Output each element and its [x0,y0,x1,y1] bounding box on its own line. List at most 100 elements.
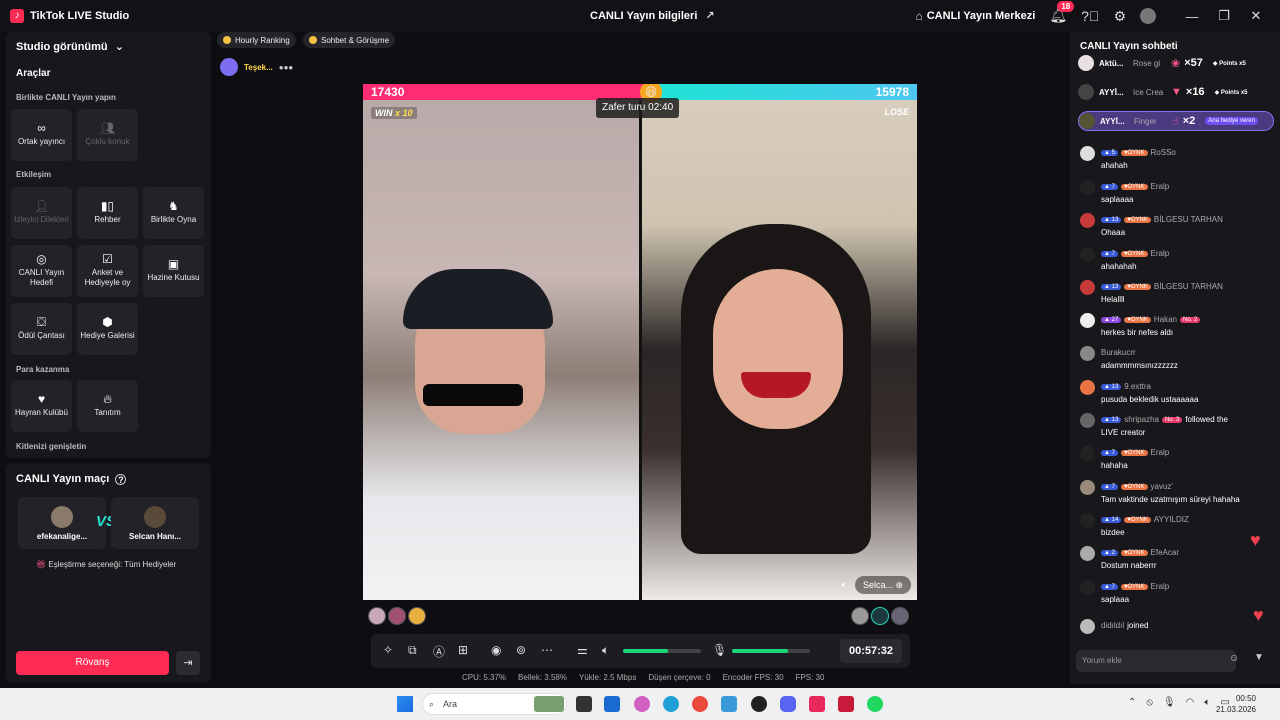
audio-settings-icon[interactable]: ⚌ [577,643,588,657]
tile-play-together[interactable]: ♞ Birlikte Oyna [143,187,204,239]
chat-user[interactable]: RoSSo [1151,148,1176,157]
avatar[interactable] [368,607,386,625]
chat-user[interactable]: Burakucrr [1101,348,1136,357]
magic-wand-icon[interactable]: ✧ [383,643,393,657]
chat-user[interactable]: 9.exttra [1124,382,1151,391]
avatar[interactable] [871,607,889,625]
chat-user[interactable]: yavuz' [1151,482,1173,491]
avatar [1080,247,1095,262]
avatar[interactable] [388,607,406,625]
chat-user[interactable]: Hakan [1154,315,1177,324]
tiktok-icon[interactable] [809,696,825,712]
chat-user[interactable]: BİLGESU TARHAN [1154,282,1223,291]
camera-switch-icon[interactable]: ⊚ [516,643,526,657]
chat-user[interactable]: Eralp [1151,182,1170,191]
microphone-icon[interactable]: 🎙︎ [1163,697,1176,708]
speaker-icon[interactable]: 🔈︎ [842,579,847,590]
tile-viewer-wishes[interactable]: 👤︎ İzleyici Dilekleri [11,187,72,239]
live-info-button[interactable]: CANLI Yayın bilgileri ↗ [590,9,715,23]
tile-treasure-box[interactable]: ▣ Hazine Kutusu [143,245,204,297]
tile-poll[interactable]: ☑ Anket ve Hediyeyle oy [77,245,138,297]
guest-name-tag[interactable]: Selca... ⊕ [854,576,911,594]
lose-badge: LOSE [884,107,909,117]
chrome-icon[interactable] [692,696,708,712]
rematch-button[interactable]: Rövanş [16,651,169,675]
chat-user[interactable]: Eralp [1151,582,1170,591]
filter-icon[interactable]: ▼ [1254,652,1264,663]
chat-user[interactable]: Eralp [1151,249,1170,258]
system-clock[interactable]: 00:50 21.03.2026 [1216,693,1256,715]
help-circle-icon[interactable]: ? [115,473,127,485]
screen-share-icon[interactable]: ⧉ [408,643,417,658]
settings-gear-icon[interactable]: ⚙ [1113,8,1126,25]
task-view-icon[interactable] [576,696,592,712]
avatar [220,58,238,76]
ai-icon[interactable]: Ⓐ [433,643,445,660]
share-icon: ↗ [705,10,715,22]
discord-icon[interactable] [780,696,796,712]
avatar[interactable] [408,607,426,625]
mic-slider[interactable] [732,649,810,653]
record-icon[interactable]: ◉ [491,643,501,657]
volume-icon[interactable]: 🔈︎ [602,643,609,658]
live-center-button[interactable]: ⌂ CANLI Yayın Merkezi [915,9,1035,23]
victory-timer: Zafer turu 02:40 [596,98,680,118]
studio-view-dropdown[interactable]: Studio görünümü ⌄ [16,40,124,53]
tile-reward-bag[interactable]: ⛋ Ödül Çantası [11,303,72,355]
avatar[interactable] [851,607,869,625]
obs-icon[interactable] [751,696,767,712]
search-highlight-icon[interactable] [534,696,564,712]
network-icon[interactable]: ⦸ [1146,697,1153,708]
copilot-icon[interactable] [634,696,650,712]
close-button[interactable]: ✕ [1240,8,1272,24]
edge-icon[interactable] [663,696,679,712]
tile-label: Çoklu konuk [85,137,130,146]
chat-user[interactable]: BİLGESU TARHAN [1154,215,1223,224]
comment-input[interactable]: Yorum ekle [1076,650,1236,672]
encoder-fps-stat: Encoder FPS: 30 [722,673,784,682]
tile-label: Hayran Kulübü [15,408,68,417]
tile-multi-guest[interactable]: 👥︎ Çoklu konuk [77,109,138,161]
message-meta: ▲ 7 ♥OYNK yavuz' [1101,482,1173,491]
microphone-icon[interactable]: 🎙︎ [712,643,727,657]
wifi-icon[interactable]: ◠ [1186,697,1195,708]
maximize-button[interactable]: ❐ [1208,8,1240,24]
gift-icon: 🎁︎ [36,560,47,569]
notifications-button[interactable]: 🔔︎ 18 [1049,1,1075,25]
opponent-left[interactable]: efekanalige... [18,497,106,549]
tile-guide[interactable]: ▮▯ Rehber [77,187,138,239]
chat-call-chip[interactable]: Sohbet & Görüşme [303,32,396,48]
more-icon[interactable]: ⋯ [541,643,553,657]
spotify-icon[interactable] [867,696,883,712]
chat-user[interactable]: Eralp [1151,448,1170,457]
profile-avatar[interactable] [1140,8,1156,24]
settings-app-icon[interactable] [721,696,737,712]
volume-icon[interactable]: 🔈︎ [1204,697,1210,708]
outlook-icon[interactable] [604,696,620,712]
chat-user[interactable]: AYYILDIZ [1154,515,1189,524]
emoji-icon[interactable]: ☺ [1229,653,1239,664]
opponent-right[interactable]: Selcan Hanı... [111,497,199,549]
tile-label: Hazine Kutusu [147,273,200,282]
chat-user[interactable]: EfeAcar [1151,548,1179,557]
help-icon[interactable]: ?⃝ [1081,8,1099,24]
windows-start-icon[interactable] [397,696,413,712]
level-badge: ▲ 13 [1101,383,1122,390]
avatar[interactable] [891,607,909,625]
points-label: Points x5 [1220,89,1248,96]
chevron-up-icon[interactable]: ⌃ [1128,697,1136,708]
system-tray: ⌃ ⦸ 🎙︎ ◠ 🔈︎ ▭ [1128,697,1230,708]
hourly-ranking-chip[interactable]: Hourly Ranking [217,32,296,48]
minimize-button[interactable]: — [1176,9,1208,24]
chat-user[interactable]: shripazha [1124,415,1159,424]
tile-gift-gallery[interactable]: ⬢ Hediye Galerisi [77,303,138,355]
points-badge: ◆ Points x5 [1212,60,1246,67]
volume-slider[interactable] [623,649,701,653]
tiktok-live-studio-icon[interactable] [838,696,854,712]
add-source-icon[interactable]: ⊞ [458,643,468,657]
tile-fan-club[interactable]: ♥ Hayran Kulübü [11,380,72,432]
tile-cohost[interactable]: ∞ Ortak yayıncı [11,109,72,161]
exit-icon[interactable]: ⇥ [176,651,200,675]
tile-promotion[interactable]: 🔥︎ Tanıtım [77,380,138,432]
tile-live-goal[interactable]: ◎ CANLI Yayın Hedefi [11,245,72,297]
